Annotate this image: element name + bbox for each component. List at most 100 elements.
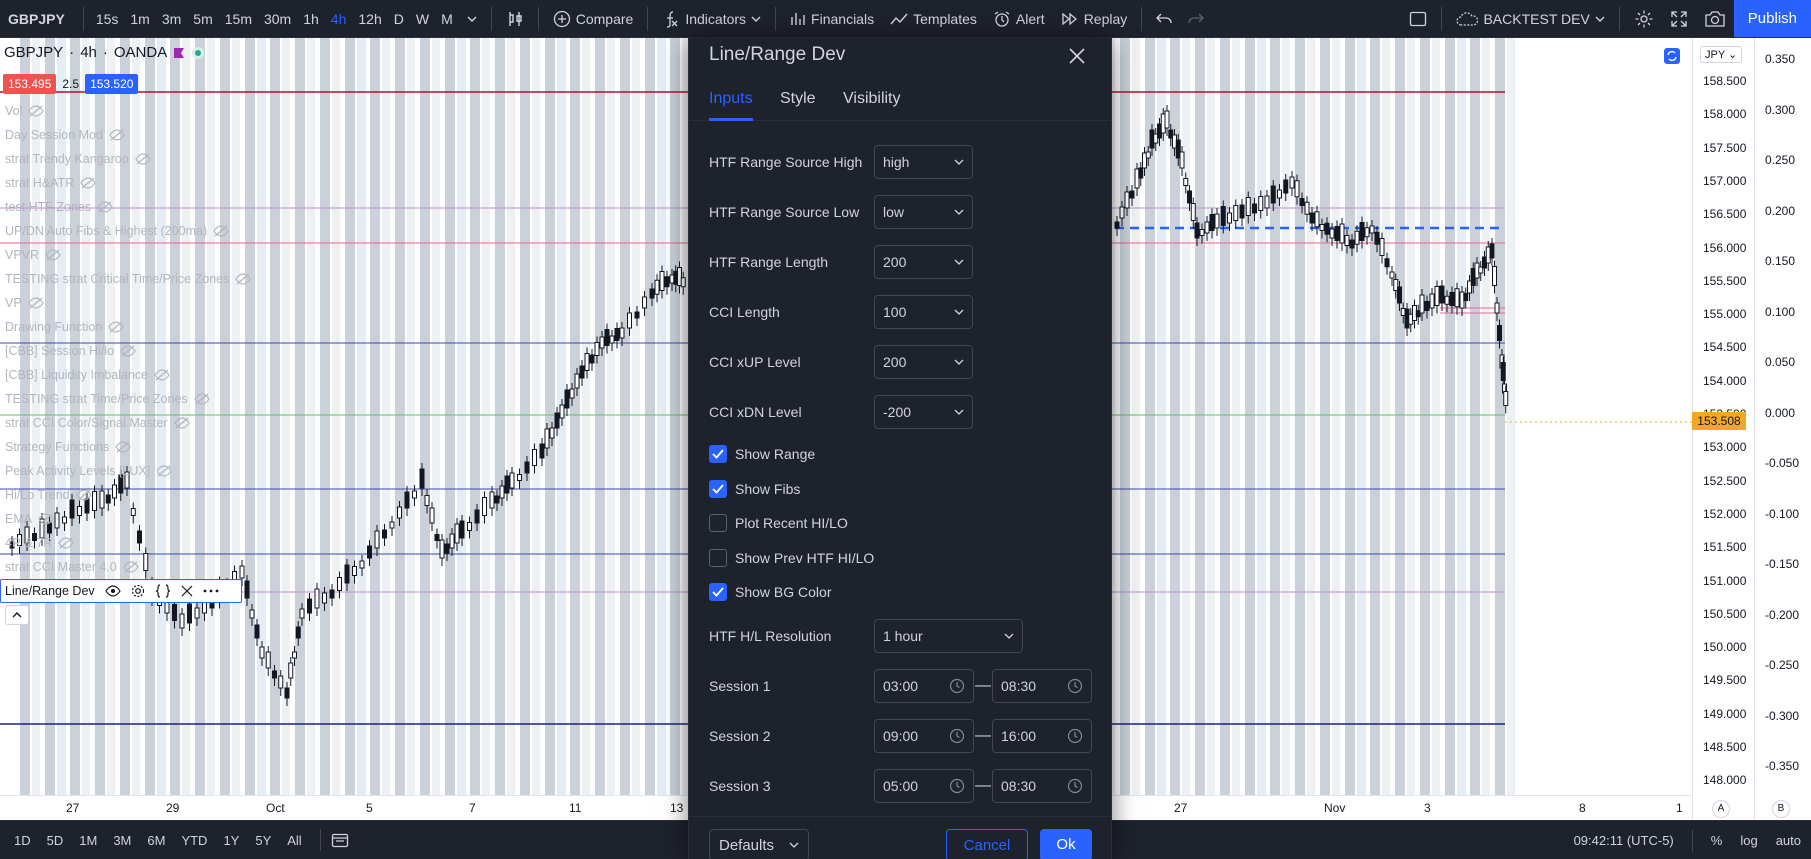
hidden-eye-icon[interactable]: [154, 369, 170, 381]
gear-icon[interactable]: [131, 584, 145, 598]
timeframe-15s[interactable]: 15s: [90, 0, 125, 37]
range-1d[interactable]: 1D: [6, 833, 39, 848]
show-fibs-checkbox[interactable]: [709, 480, 727, 498]
cci-length-input[interactable]: 100: [874, 295, 973, 329]
sell-price-button[interactable]: 153.495: [3, 74, 57, 94]
timeframe-m[interactable]: M: [435, 0, 459, 37]
indicator-legend-item[interactable]: Drawing Function: [5, 315, 251, 339]
close-icon[interactable]: [1065, 44, 1089, 68]
selected-indicator-legend[interactable]: Line/Range Dev: [0, 579, 242, 603]
alert-button[interactable]: Alert: [985, 0, 1053, 37]
htf-range-source-low-select[interactable]: low: [874, 195, 973, 229]
indicator-name[interactable]: Peak Activity Levels [LUX]: [5, 462, 150, 480]
timeframe-5m[interactable]: 5m: [187, 0, 218, 37]
collapse-legend-button[interactable]: [5, 605, 29, 625]
indicator-name[interactable]: strat CCI Color/Signal Master: [5, 414, 168, 432]
indicator-legend-item[interactable]: strat CCI Color/Signal Master: [5, 411, 251, 435]
indicator-legend-item[interactable]: VP: [5, 291, 251, 315]
htf-range-source-high-select[interactable]: high: [874, 145, 973, 179]
clock[interactable]: 09:42:11 (UTC-5): [1574, 833, 1674, 848]
indicator-legend-item[interactable]: Vol: [5, 99, 251, 123]
timeframe-4h[interactable]: 4h: [325, 0, 353, 37]
more-icon[interactable]: [203, 589, 219, 593]
timeframe-30m[interactable]: 30m: [258, 0, 297, 37]
defaults-dropdown[interactable]: Defaults: [709, 829, 809, 859]
indicator-name[interactable]: test HTF Zones: [5, 198, 91, 216]
cancel-button[interactable]: Cancel: [946, 829, 1028, 859]
show-range-checkbox-row[interactable]: Show Range: [709, 443, 815, 465]
indicator-legend-item[interactable]: Strategy Functions: [5, 435, 251, 459]
timeframe-dropdown[interactable]: [459, 0, 485, 37]
hidden-eye-icon[interactable]: [38, 513, 54, 525]
plot-recent-hilo-checkbox-row[interactable]: Plot Recent HI/LO: [709, 512, 848, 534]
close-icon[interactable]: [181, 585, 193, 597]
hidden-eye-icon[interactable]: [193, 393, 210, 405]
indicator-name[interactable]: Strategy Functions: [5, 438, 109, 456]
indicator-name[interactable]: strat H&ATR: [5, 174, 74, 192]
hidden-eye-icon[interactable]: [173, 417, 190, 429]
layout-select-button[interactable]: [1401, 0, 1435, 37]
session-3-start-input[interactable]: 05:00: [874, 769, 974, 803]
indicator-legend-item[interactable]: [CBB] Liquidity Imbalance: [5, 363, 251, 387]
show-bg-color-checkbox[interactable]: [709, 583, 727, 601]
selected-indicator-name[interactable]: Line/Range Dev: [5, 584, 95, 598]
redo-button[interactable]: [1180, 0, 1212, 37]
cci-xdn-level-input[interactable]: -200: [874, 395, 973, 429]
htf-resolution-select[interactable]: 1 hour: [874, 619, 1023, 653]
indicator-name[interactable]: Drawing Function: [5, 318, 102, 336]
timeframe-1h[interactable]: 1h: [297, 0, 325, 37]
tab-visibility[interactable]: Visibility: [843, 84, 901, 121]
range-6m[interactable]: 6M: [139, 833, 173, 848]
indicator-name[interactable]: EMA: [5, 510, 32, 528]
indicator-name[interactable]: strat Trendy Kangaroo: [5, 150, 129, 168]
hidden-eye-icon[interactable]: [120, 345, 136, 357]
hidden-eye-icon[interactable]: [115, 441, 131, 453]
tab-style[interactable]: Style: [780, 84, 816, 121]
session-1-end-input[interactable]: 08:30: [992, 669, 1092, 703]
timeframe-3m[interactable]: 3m: [156, 0, 187, 37]
hidden-eye-icon[interactable]: [134, 153, 151, 165]
indicator-legend-item[interactable]: TESTING strat Critical Time/Price Zones: [5, 267, 252, 291]
range-1y[interactable]: 1Y: [215, 833, 247, 848]
saved-layout-button[interactable]: BACKTEST DEV: [1448, 0, 1612, 37]
indicator-legend-item[interactable]: UP/DN Auto Fibs & Highest (200ma): [5, 219, 251, 243]
hidden-eye-icon[interactable]: [109, 129, 125, 141]
indicator-legend-item[interactable]: [CBB] Session Hi/lo: [5, 339, 251, 363]
range-ytd[interactable]: YTD: [173, 833, 215, 848]
timeframe-1m[interactable]: 1m: [124, 0, 155, 37]
hidden-eye-icon[interactable]: [45, 249, 61, 261]
hidden-eye-icon[interactable]: [97, 201, 113, 213]
hidden-eye-icon[interactable]: [28, 105, 45, 117]
auto-scale-toggle[interactable]: auto: [1776, 833, 1801, 848]
timeframe-12h[interactable]: 12h: [352, 0, 387, 37]
scale-b-button[interactable]: B: [1772, 800, 1790, 818]
fullscreen-button[interactable]: [1662, 0, 1696, 37]
undo-button[interactable]: [1148, 0, 1180, 37]
session-2-end-input[interactable]: 16:00: [992, 719, 1092, 753]
indicator-name[interactable]: UP/DN Auto Fibs & Highest (200ma): [5, 222, 207, 240]
hidden-eye-icon[interactable]: [123, 561, 139, 573]
symbol-search-button[interactable]: GBPJPY: [0, 11, 77, 27]
range-all[interactable]: All: [279, 833, 309, 848]
timeframe-w[interactable]: W: [410, 0, 435, 37]
timeframe-15m[interactable]: 15m: [219, 0, 258, 37]
indicator-legend-item[interactable]: Peak Activity Levels [LUX]: [5, 459, 251, 483]
indicator-name[interactable]: VPVR: [5, 246, 39, 264]
log-scale-toggle[interactable]: log: [1740, 833, 1757, 848]
settings-button[interactable]: [1626, 0, 1662, 37]
indicator-name[interactable]: TESTING strat Time/Price Zones: [5, 390, 188, 408]
indicator-name[interactable]: strat CCI Master 4.0: [5, 558, 117, 576]
compare-button[interactable]: Compare: [545, 0, 642, 37]
scale-a-button[interactable]: A: [1712, 800, 1730, 818]
hidden-eye-icon[interactable]: [156, 465, 172, 477]
range-5y[interactable]: 5Y: [247, 833, 279, 848]
show-prev-htf-hilo-checkbox-row[interactable]: Show Prev HTF HI/LO: [709, 547, 874, 569]
indicator-name[interactable]: TESTING strat Critical Time/Price Zones: [5, 270, 229, 288]
indicator-legend-item[interactable]: strat Trendy Kangaroo: [5, 147, 251, 171]
indicator-legend-item[interactable]: 4R & 7R: [5, 531, 251, 555]
hidden-eye-icon[interactable]: [235, 273, 252, 285]
indicator-name[interactable]: [CBB] Session Hi/lo: [5, 342, 114, 360]
indicator-legend-item[interactable]: TESTING strat Time/Price Zones: [5, 387, 251, 411]
show-fibs-checkbox-row[interactable]: Show Fibs: [709, 478, 800, 500]
plot-recent-hilo-checkbox[interactable]: [709, 514, 727, 532]
